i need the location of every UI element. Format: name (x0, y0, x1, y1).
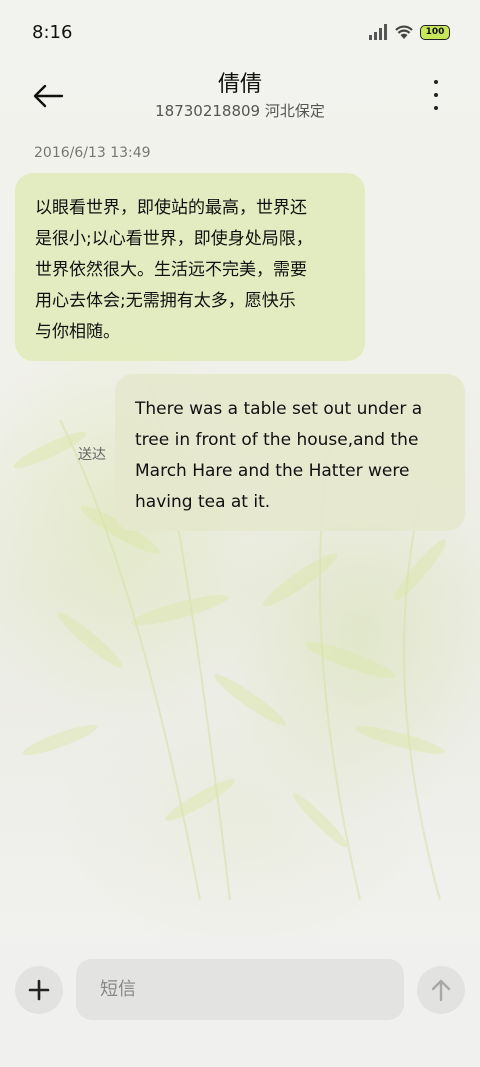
more-dot-icon (434, 93, 438, 97)
wifi-icon (395, 25, 413, 39)
delivery-status: 送达 (78, 447, 106, 463)
message-line: tree in front of the house,and the (135, 430, 419, 450)
message-line: 是很小;以心看世界，即使身处局限， (35, 229, 313, 249)
message-input[interactable] (76, 959, 404, 1020)
attach-button[interactable] (15, 966, 63, 1014)
battery-level: 100 (425, 27, 445, 37)
outgoing-message-bubble[interactable]: There was a table set out under a tree i… (115, 374, 465, 531)
status-icons: 100 (368, 24, 450, 40)
incoming-message-bubble[interactable]: 以眼看世界，即使站的最高，世界还 是很小;以心看世界，即使身处局限， 世界依然很… (15, 173, 365, 361)
battery-icon: 100 (420, 24, 450, 40)
more-dot-icon (434, 80, 438, 84)
message-timestamp: 2016/6/13 13:49 (34, 145, 151, 161)
message-line: There was a table set out under a (135, 399, 423, 419)
message-line: having tea at it. (135, 492, 271, 512)
message-line: 与你相随。 (35, 322, 120, 342)
conversation-header: 倩倩 18730218809 河北保定 (0, 64, 480, 134)
signal-icon (369, 24, 387, 40)
send-button[interactable] (417, 966, 465, 1014)
send-arrow-icon (431, 979, 451, 1002)
message-line: 以眼看世界，即使站的最高，世界还 (35, 198, 307, 218)
more-options-button[interactable] (428, 80, 444, 110)
plus-icon (28, 979, 50, 1001)
status-bar: 8:16 100 (0, 0, 480, 64)
message-line: 世界依然很大。生活远不完美，需要 (35, 260, 307, 280)
clock: 8:16 (32, 22, 73, 43)
message-line: 用心去体会;无需拥有太多，愿快乐 (35, 291, 296, 311)
contact-name: 倩倩 (217, 72, 262, 97)
message-line: March Hare and the Hatter were (135, 461, 410, 481)
contact-detail: 18730218809 河北保定 (155, 102, 325, 120)
more-dot-icon (434, 106, 438, 110)
